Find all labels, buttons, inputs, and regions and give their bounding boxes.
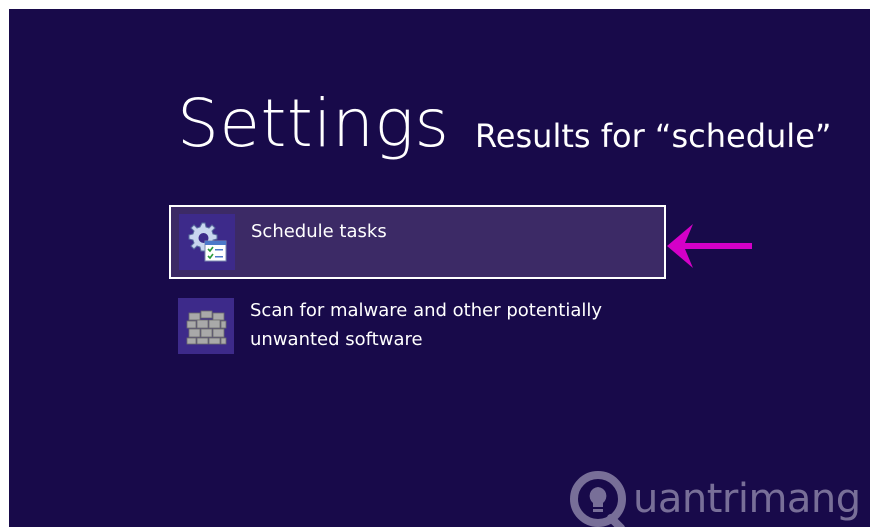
schedule-tasks-icon	[179, 214, 235, 270]
lightbulb-icon	[570, 471, 626, 527]
search-results-screen: Settings Results for “schedule” Schedule…	[9, 9, 870, 527]
page-title: Settings	[177, 85, 450, 162]
result-label: Scan for malware and other potentially u…	[250, 300, 603, 350]
arrow-left-icon	[667, 224, 752, 268]
result-scan-malware[interactable]: Scan for malware and other potentially u…	[169, 293, 666, 367]
watermark-text: uantrimang	[633, 476, 861, 522]
search-query-subtitle: Results for “schedule”	[475, 117, 832, 155]
result-schedule-tasks[interactable]: Schedule tasks	[169, 205, 666, 279]
watermark: uantrimang	[567, 464, 870, 527]
result-label: Schedule tasks	[251, 221, 387, 242]
firewall-icon	[178, 298, 234, 354]
